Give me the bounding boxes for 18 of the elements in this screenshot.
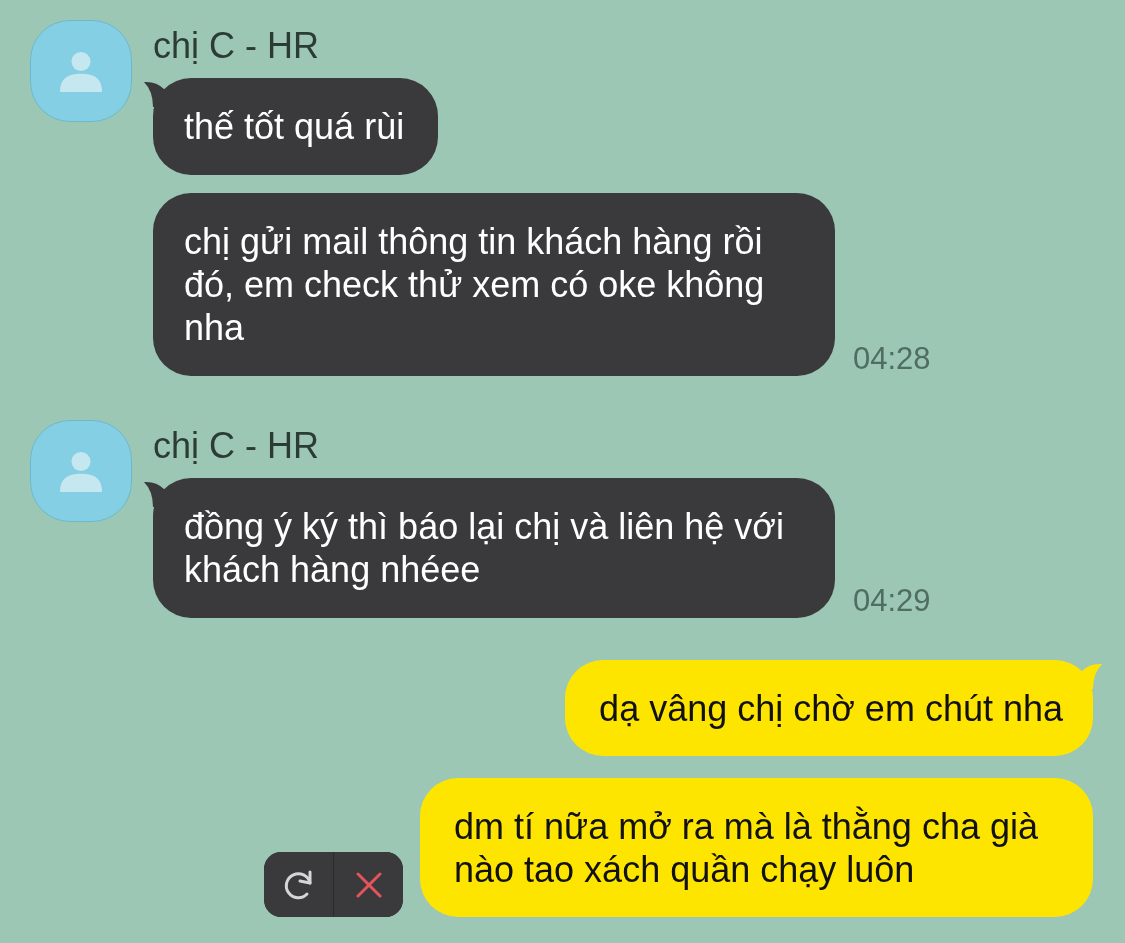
retry-icon — [282, 868, 315, 901]
close-icon — [355, 871, 382, 898]
person-icon — [60, 50, 102, 92]
sender-name: chị C - HR — [153, 24, 319, 68]
person-icon — [60, 450, 102, 492]
message-time: 04:28 — [853, 342, 931, 376]
message-time: 04:29 — [853, 584, 931, 618]
message-bubble: chị gửi mail thông tin khách hàng rồi đó, em check thử xem có oke không nha — [153, 193, 835, 376]
message-bubble: thế tốt quá rùi — [153, 78, 439, 175]
sender-name: chị C - HR — [153, 424, 319, 468]
message-bubble: đồng ý ký thì báo lại chị và liên hệ với khách hàng nhéee — [153, 478, 835, 618]
retry-button[interactable] — [264, 852, 333, 917]
message-bubble: dm tí nữa mở ra mà là thằng cha già nào tao xách quần chạy luôn — [420, 778, 1093, 917]
delete-button[interactable] — [334, 852, 403, 917]
bubble-tail — [144, 481, 168, 507]
message-bubble: dạ vâng chị chờ em chút nha — [565, 660, 1093, 756]
bubble-tail — [1078, 663, 1102, 689]
bubble-tail — [144, 81, 168, 107]
